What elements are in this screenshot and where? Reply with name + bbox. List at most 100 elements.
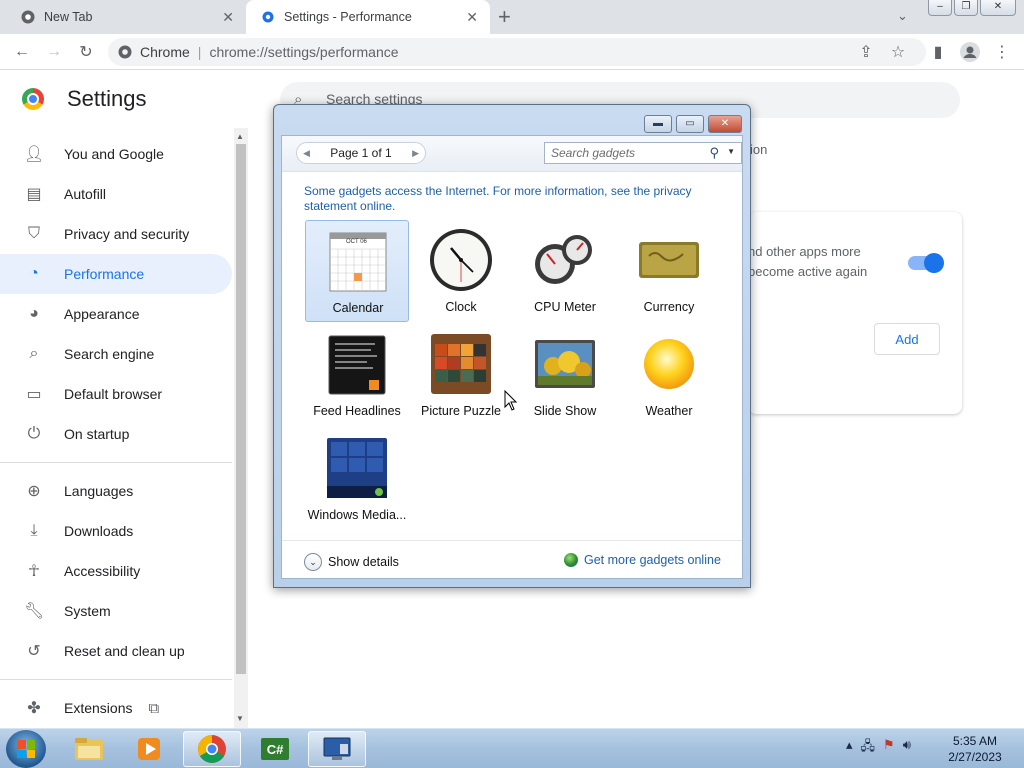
browser-icon: ▭: [26, 386, 42, 403]
media-player-icon: [138, 738, 160, 760]
memory-saver-toggle[interactable]: [908, 253, 944, 273]
sidebar-item-search-engine[interactable]: ⌕ Search engine: [0, 334, 232, 374]
minimize-button[interactable]: –: [928, 0, 952, 16]
sidebar-item-label: Reset and clean up: [64, 643, 185, 659]
menu-kebab-icon[interactable]: ⋮: [990, 40, 1014, 64]
tab-strip: New Tab ✕ Settings - Performance ✕ + ⌄ –…: [0, 0, 1024, 34]
sidebar-item-languages[interactable]: ⊕ Languages: [0, 471, 232, 511]
sidebar-item-label: Downloads: [64, 523, 134, 539]
close-window-button[interactable]: ✕: [980, 0, 1016, 16]
url-text: chrome://settings/performance: [209, 44, 399, 60]
sidebar-item-autofill[interactable]: ▤ Autofill: [0, 174, 232, 214]
scroll-down-arrow-icon[interactable]: ▼: [236, 714, 244, 723]
power-icon: ⏻: [27, 425, 41, 442]
tray-expand-icon[interactable]: ▴: [846, 737, 853, 759]
dropdown-arrow-icon[interactable]: ▼: [727, 147, 735, 156]
sidebar-item-label: Extensions: [64, 700, 133, 716]
globe-icon: ⊕: [27, 483, 41, 500]
chrome-favicon-icon: [20, 9, 36, 25]
window-controls: – ❐ ✕: [928, 0, 1018, 16]
taskbar-media-player[interactable]: [120, 731, 178, 767]
scrollbar-thumb[interactable]: [236, 144, 246, 674]
search-icon: ⌕: [29, 345, 39, 362]
gadget-minimize-button[interactable]: ▬: [644, 115, 672, 133]
taskbar-clock[interactable]: 5:35 AM 2/27/2023: [940, 733, 1010, 765]
sidebar-item-label: On startup: [64, 426, 130, 442]
gadget-weather[interactable]: Weather: [617, 324, 721, 426]
taskbar-gadgets[interactable]: [308, 731, 366, 767]
csharp-icon: C#: [261, 738, 289, 760]
new-tab-button[interactable]: +: [498, 4, 511, 30]
add-button[interactable]: Add: [874, 323, 940, 355]
sidebar-item-label: You and Google: [64, 146, 164, 162]
sidebar-item-appearance[interactable]: ◕ Appearance: [0, 294, 232, 334]
close-tab-icon[interactable]: ✕: [222, 9, 234, 26]
windows-logo-icon: [17, 740, 35, 758]
volume-icon[interactable]: 🔊︎: [903, 737, 911, 759]
gadget-clock[interactable]: Clock: [409, 220, 513, 322]
sidebar-item-label: Languages: [64, 483, 134, 499]
gadget-currency[interactable]: Currency: [617, 220, 721, 322]
sidebar-item-privacy[interactable]: ⛉ Privacy and security: [0, 214, 232, 254]
gadget-search-input[interactable]: Search gadgets ⚲ ▼: [544, 142, 742, 164]
system-tray: ▴ 🖧︎ ⚑ 🔊︎: [846, 737, 911, 759]
gadget-feed-headlines[interactable]: Feed Headlines: [305, 324, 409, 426]
picture-puzzle-icon: [427, 330, 495, 398]
chrome-icon: [198, 735, 226, 763]
gadget-windows-media-center[interactable]: Windows Media...: [305, 428, 409, 530]
start-button[interactable]: [6, 730, 46, 768]
gadget-cpu-meter[interactable]: CPU Meter: [513, 220, 617, 322]
sidebar-item-performance[interactable]: ◔ Performance: [0, 254, 232, 294]
sidebar-item-reset[interactable]: ↺ Reset and clean up: [0, 631, 232, 671]
back-button[interactable]: ←: [10, 40, 34, 64]
reload-button[interactable]: ↻: [74, 40, 98, 64]
sidebar-scrollbar[interactable]: ▲ ▼: [234, 128, 248, 728]
gadget-maximize-button[interactable]: ▭: [676, 115, 704, 133]
sidebar-item-on-startup[interactable]: ⏻ On startup: [0, 414, 232, 454]
sidebar-divider: [0, 679, 232, 680]
gadget-slide-show[interactable]: Slide Show: [513, 324, 617, 426]
share-icon[interactable]: ⇪: [854, 40, 878, 64]
get-more-gadgets-link[interactable]: Get more gadgets online: [564, 553, 721, 567]
close-tab-icon[interactable]: ✕: [466, 9, 478, 26]
speedometer-icon: ◔: [29, 265, 39, 282]
gadget-calendar[interactable]: OCT 06 Calendar: [305, 220, 409, 322]
side-panel-icon[interactable]: ▮: [926, 40, 950, 64]
taskbar-csharp-app[interactable]: C#: [246, 731, 304, 767]
gadget-label: Calendar: [332, 301, 384, 315]
network-icon[interactable]: 🖧︎: [861, 737, 876, 759]
sidebar-item-system[interactable]: 🔧︎ System: [0, 591, 232, 631]
tab-settings[interactable]: Settings - Performance ✕: [246, 0, 490, 34]
bookmark-star-icon[interactable]: ☆: [886, 40, 910, 64]
taskbar-file-explorer[interactable]: [60, 731, 118, 767]
prev-page-icon[interactable]: ◀: [303, 148, 310, 159]
search-icon[interactable]: ⚲: [709, 145, 719, 161]
sidebar-item-accessibility[interactable]: ☥ Accessibility: [0, 551, 232, 591]
gadget-picture-puzzle[interactable]: Picture Puzzle: [409, 324, 513, 426]
action-center-icon[interactable]: ⚑: [883, 737, 895, 759]
gadget-label: Clock: [445, 300, 477, 314]
gadget-label: Weather: [645, 404, 693, 418]
gadgets-window: ▬ ▭ ✕ ◀ Page 1 of 1 ▶ Search gadgets ⚲ ▼…: [273, 104, 751, 588]
show-details-button[interactable]: ⌄ Show details: [304, 553, 399, 571]
taskbar-chrome[interactable]: [183, 731, 241, 767]
restore-button[interactable]: ❐: [954, 0, 978, 16]
sidebar-item-extensions[interactable]: ✤ Extensions ⧉: [0, 688, 232, 728]
scroll-up-arrow-icon[interactable]: ▲: [236, 132, 244, 141]
internet-notice[interactable]: Some gadgets access the Internet. For mo…: [304, 184, 724, 214]
gadget-close-button[interactable]: ✕: [708, 115, 742, 133]
sidebar-item-you-and-google[interactable]: 👤︎ You and Google: [0, 134, 232, 174]
sidebar-item-downloads[interactable]: ⤓ Downloads: [0, 511, 232, 551]
forward-button[interactable]: →: [42, 40, 66, 64]
address-bar[interactable]: Chrome | chrome://settings/performance: [108, 38, 926, 66]
chrome-logo-icon: [22, 88, 44, 110]
slide-show-icon: [531, 330, 599, 398]
expand-chevron-icon: ⌄: [304, 553, 322, 571]
card-description: nd other apps more become active again: [748, 242, 867, 282]
section-heading-fragment: ion: [750, 142, 768, 157]
profile-avatar-icon[interactable]: [958, 40, 982, 64]
chevron-down-icon[interactable]: ⌄: [897, 8, 908, 24]
tab-new-tab[interactable]: New Tab ✕: [8, 0, 246, 34]
next-page-icon[interactable]: ▶: [412, 148, 419, 159]
sidebar-item-default-browser[interactable]: ▭ Default browser: [0, 374, 232, 414]
